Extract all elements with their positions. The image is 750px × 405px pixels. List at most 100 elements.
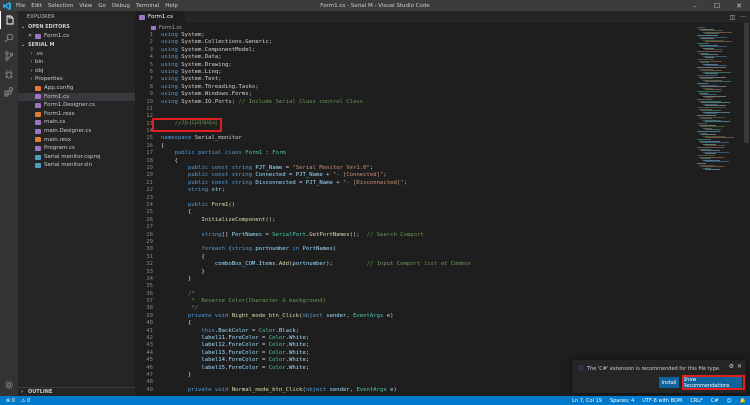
install-button[interactable]: Install bbox=[659, 377, 679, 388]
tree-file[interactable]: main.resx bbox=[18, 136, 135, 145]
errors-indicator[interactable]: ⊗ 0 bbox=[6, 398, 15, 404]
encoding[interactable]: UTF-8 with BOM bbox=[642, 398, 682, 404]
minimize-button[interactable]: – bbox=[684, 0, 706, 11]
code-line: 22 string str; bbox=[146, 187, 226, 194]
code-line: 19 public const string PJT_Name = "Seria… bbox=[146, 165, 374, 172]
menu-item-terminal[interactable]: Terminal bbox=[136, 3, 159, 9]
notifications-bell-icon[interactable]: 🔔 bbox=[740, 398, 746, 404]
minimap[interactable] bbox=[695, 23, 743, 396]
menu-item-file[interactable]: File bbox=[16, 3, 25, 9]
settings-gear-icon[interactable] bbox=[0, 376, 18, 394]
menu-item-edit[interactable]: Edit bbox=[31, 3, 42, 9]
file-icon bbox=[35, 85, 41, 91]
minimap-line bbox=[705, 169, 720, 171]
source-control-icon[interactable] bbox=[0, 47, 18, 65]
warning-icon: ⚠ bbox=[20, 397, 26, 404]
tree-file[interactable]: Serial monitor.sln bbox=[18, 161, 135, 170]
open-editor-item[interactable]: ✕ Form1.cs bbox=[18, 32, 135, 41]
code-line: 3 using System.ComponentModel; bbox=[149, 46, 256, 53]
code-line: 17 public partial class Form1 : Form bbox=[146, 150, 286, 157]
outline-section[interactable]: › OUTLINE bbox=[18, 387, 135, 396]
gear-icon[interactable]: ⚙ bbox=[729, 363, 734, 370]
chevron-down-icon: ⌄ bbox=[21, 24, 26, 30]
cursor-position[interactable]: Ln 7, Col 19 bbox=[572, 398, 602, 404]
code-line: 42 label11.ForeColor = Color.White; bbox=[146, 335, 310, 342]
tree-file[interactable]: App.config bbox=[18, 84, 135, 93]
breadcrumb-file[interactable]: Form1.cs bbox=[159, 25, 182, 31]
code-line: 44 label13.ForeColor = Color.White; bbox=[146, 349, 310, 356]
chevron-down-icon: ⌄ bbox=[21, 41, 26, 48]
csharp-file-icon bbox=[139, 14, 145, 20]
tree-item-label: Program.cs bbox=[44, 145, 75, 152]
code-line: 10 using System.IO.Ports; // Include Seri… bbox=[146, 98, 364, 105]
line-endings[interactable]: CRLF bbox=[690, 398, 703, 404]
tab-label: Form1.cs bbox=[148, 14, 173, 20]
close-icon[interactable]: ✕ bbox=[737, 363, 742, 370]
code-line: 23 bbox=[146, 194, 153, 201]
tree-folder[interactable]: › bin bbox=[18, 58, 135, 67]
tree-file[interactable]: main.cs bbox=[18, 118, 135, 127]
code-line: 38 */ bbox=[146, 305, 199, 312]
tree-folder[interactable]: › obj bbox=[18, 67, 135, 76]
indentation[interactable]: Spaces: 4 bbox=[610, 398, 634, 404]
tree-file[interactable]: Form1.cs bbox=[18, 92, 135, 102]
open-editors-section[interactable]: ⌄ OPEN EDITORS bbox=[18, 23, 135, 32]
minimap-line bbox=[705, 81, 731, 83]
chevron-right-icon: › bbox=[30, 67, 33, 74]
tree-folder[interactable]: › Properties bbox=[18, 75, 135, 84]
tree-file[interactable]: Program.cs bbox=[18, 144, 135, 153]
menu-item-debug[interactable]: Debug bbox=[112, 3, 130, 9]
status-bar: ⊗ 0 ⚠ 0 Ln 7, Col 19 Spaces: 4 UTF-8 wit… bbox=[0, 396, 750, 405]
close-button[interactable]: ✕ bbox=[728, 0, 750, 11]
code-line: 9 using System.Windows.Forms; bbox=[149, 91, 252, 98]
vertical-scrollbar[interactable] bbox=[743, 23, 750, 396]
search-icon[interactable] bbox=[0, 29, 18, 47]
close-icon[interactable]: ✕ bbox=[28, 32, 35, 41]
tree-item-label: Form1.Designer.cs bbox=[44, 102, 95, 109]
open-editor-label: Form1.cs bbox=[44, 33, 69, 39]
tree-file[interactable]: Serial monitor.csproj bbox=[18, 153, 135, 162]
tree-item-label: main.cs bbox=[44, 119, 66, 126]
menu-item-view[interactable]: View bbox=[79, 3, 92, 9]
tree-item-label: obj bbox=[35, 67, 44, 74]
code-line: 33 } bbox=[146, 268, 205, 275]
tree-file[interactable]: main.Designer.cs bbox=[18, 127, 135, 136]
code-line: 35 bbox=[146, 283, 153, 290]
split-editor-icon[interactable]: ◫ bbox=[730, 14, 736, 21]
tab-form1-cs[interactable]: Form1.cs bbox=[135, 11, 185, 23]
tree-folder[interactable]: › .vs bbox=[18, 50, 135, 59]
code-line: 4 using System.Data; bbox=[149, 54, 222, 61]
code-line: 37 * Reverse Color(Character & backgroun… bbox=[146, 298, 327, 305]
explorer-icon[interactable] bbox=[0, 11, 18, 29]
tree-file[interactable]: Form1.Designer.cs bbox=[18, 101, 135, 110]
minimap-line bbox=[705, 41, 732, 43]
debug-icon[interactable] bbox=[0, 65, 18, 83]
menu-item-go[interactable]: Go bbox=[98, 3, 106, 9]
code-line: 6 using System.Linq; bbox=[149, 68, 222, 75]
code-line: 2 using System.Collections.Generic; bbox=[149, 39, 273, 46]
activity-bar bbox=[0, 11, 18, 396]
feedback-icon[interactable]: ☺ bbox=[727, 398, 732, 404]
code-line: 31 { bbox=[146, 253, 205, 260]
menu-item-selection[interactable]: Selection bbox=[48, 3, 73, 9]
menu-item-help[interactable]: Help bbox=[165, 3, 178, 9]
chevron-right-icon: › bbox=[30, 50, 33, 57]
warnings-indicator[interactable]: ⚠ 0 bbox=[21, 398, 30, 404]
language-mode[interactable]: C# bbox=[711, 398, 719, 404]
extensions-icon[interactable] bbox=[0, 83, 18, 101]
maximize-button[interactable]: ☐ bbox=[706, 0, 728, 11]
code-editor[interactable]: 1 using System; 2 using System.Collections… bbox=[135, 32, 695, 396]
code-line: 5 using System.Drawing; bbox=[149, 61, 232, 68]
scrollbar-thumb[interactable] bbox=[744, 23, 749, 143]
csharp-file-icon bbox=[35, 33, 41, 39]
code-line: 24 public Form1() bbox=[146, 201, 236, 208]
code-line: 32 comboBox_COM.Items.Add(portnumber); /… bbox=[146, 261, 471, 268]
more-actions-icon[interactable]: ··· bbox=[740, 14, 746, 21]
code-line: 39 private void Night_mode_btn_Click(obj… bbox=[146, 312, 394, 319]
open-editors-label: OPEN EDITORS bbox=[28, 24, 70, 30]
file-icon bbox=[35, 94, 41, 100]
file-icon bbox=[35, 145, 41, 151]
annotation-highlight-box bbox=[152, 118, 222, 132]
tree-file[interactable]: Form1.resx bbox=[18, 110, 135, 119]
project-section[interactable]: ⌄ SERIAL M bbox=[18, 41, 135, 50]
